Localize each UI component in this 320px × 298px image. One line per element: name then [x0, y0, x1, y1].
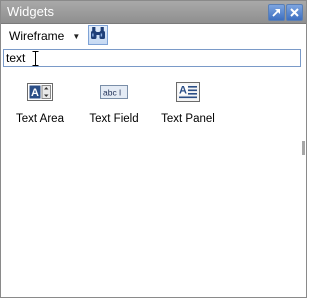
- title-bar[interactable]: Widgets: [1, 1, 306, 24]
- widgets-panel: Widgets Wireframe ▼ text A Text Area abc…: [0, 0, 307, 298]
- popout-button[interactable]: [268, 4, 285, 21]
- library-dropdown[interactable]: Wireframe ▼: [5, 26, 82, 46]
- chevron-down-icon: ▼: [72, 31, 81, 41]
- svg-text:A: A: [179, 85, 187, 97]
- text-field-icon: abc l: [100, 81, 128, 103]
- search-input[interactable]: [6, 50, 296, 66]
- close-icon: [289, 7, 300, 18]
- toolbar: Wireframe ▼: [1, 24, 306, 49]
- widget-label: Text Panel: [161, 113, 215, 125]
- widget-text-panel[interactable]: A Text Panel: [153, 81, 223, 131]
- svg-text:A: A: [31, 87, 39, 99]
- widget-list: A Text Area abc l Text Field A Text Pane…: [1, 73, 306, 293]
- widget-label: Text Field: [89, 113, 139, 125]
- text-area-icon: A: [27, 81, 53, 103]
- popout-arrow-icon: [271, 7, 282, 18]
- text-panel-icon: A: [176, 81, 200, 103]
- widget-text-field[interactable]: abc l Text Field: [79, 81, 149, 131]
- widget-text-area[interactable]: A Text Area: [5, 81, 75, 131]
- text-field-icon-text: abc l: [103, 88, 121, 98]
- panel-title: Widgets: [7, 4, 54, 19]
- search-box[interactable]: [3, 49, 301, 67]
- widget-label: Text Area: [16, 113, 64, 125]
- close-button[interactable]: [286, 4, 303, 21]
- library-dropdown-label: Wireframe: [9, 29, 65, 43]
- resize-handle[interactable]: [302, 141, 305, 155]
- find-button[interactable]: [88, 25, 108, 45]
- binoculars-icon: [90, 26, 106, 45]
